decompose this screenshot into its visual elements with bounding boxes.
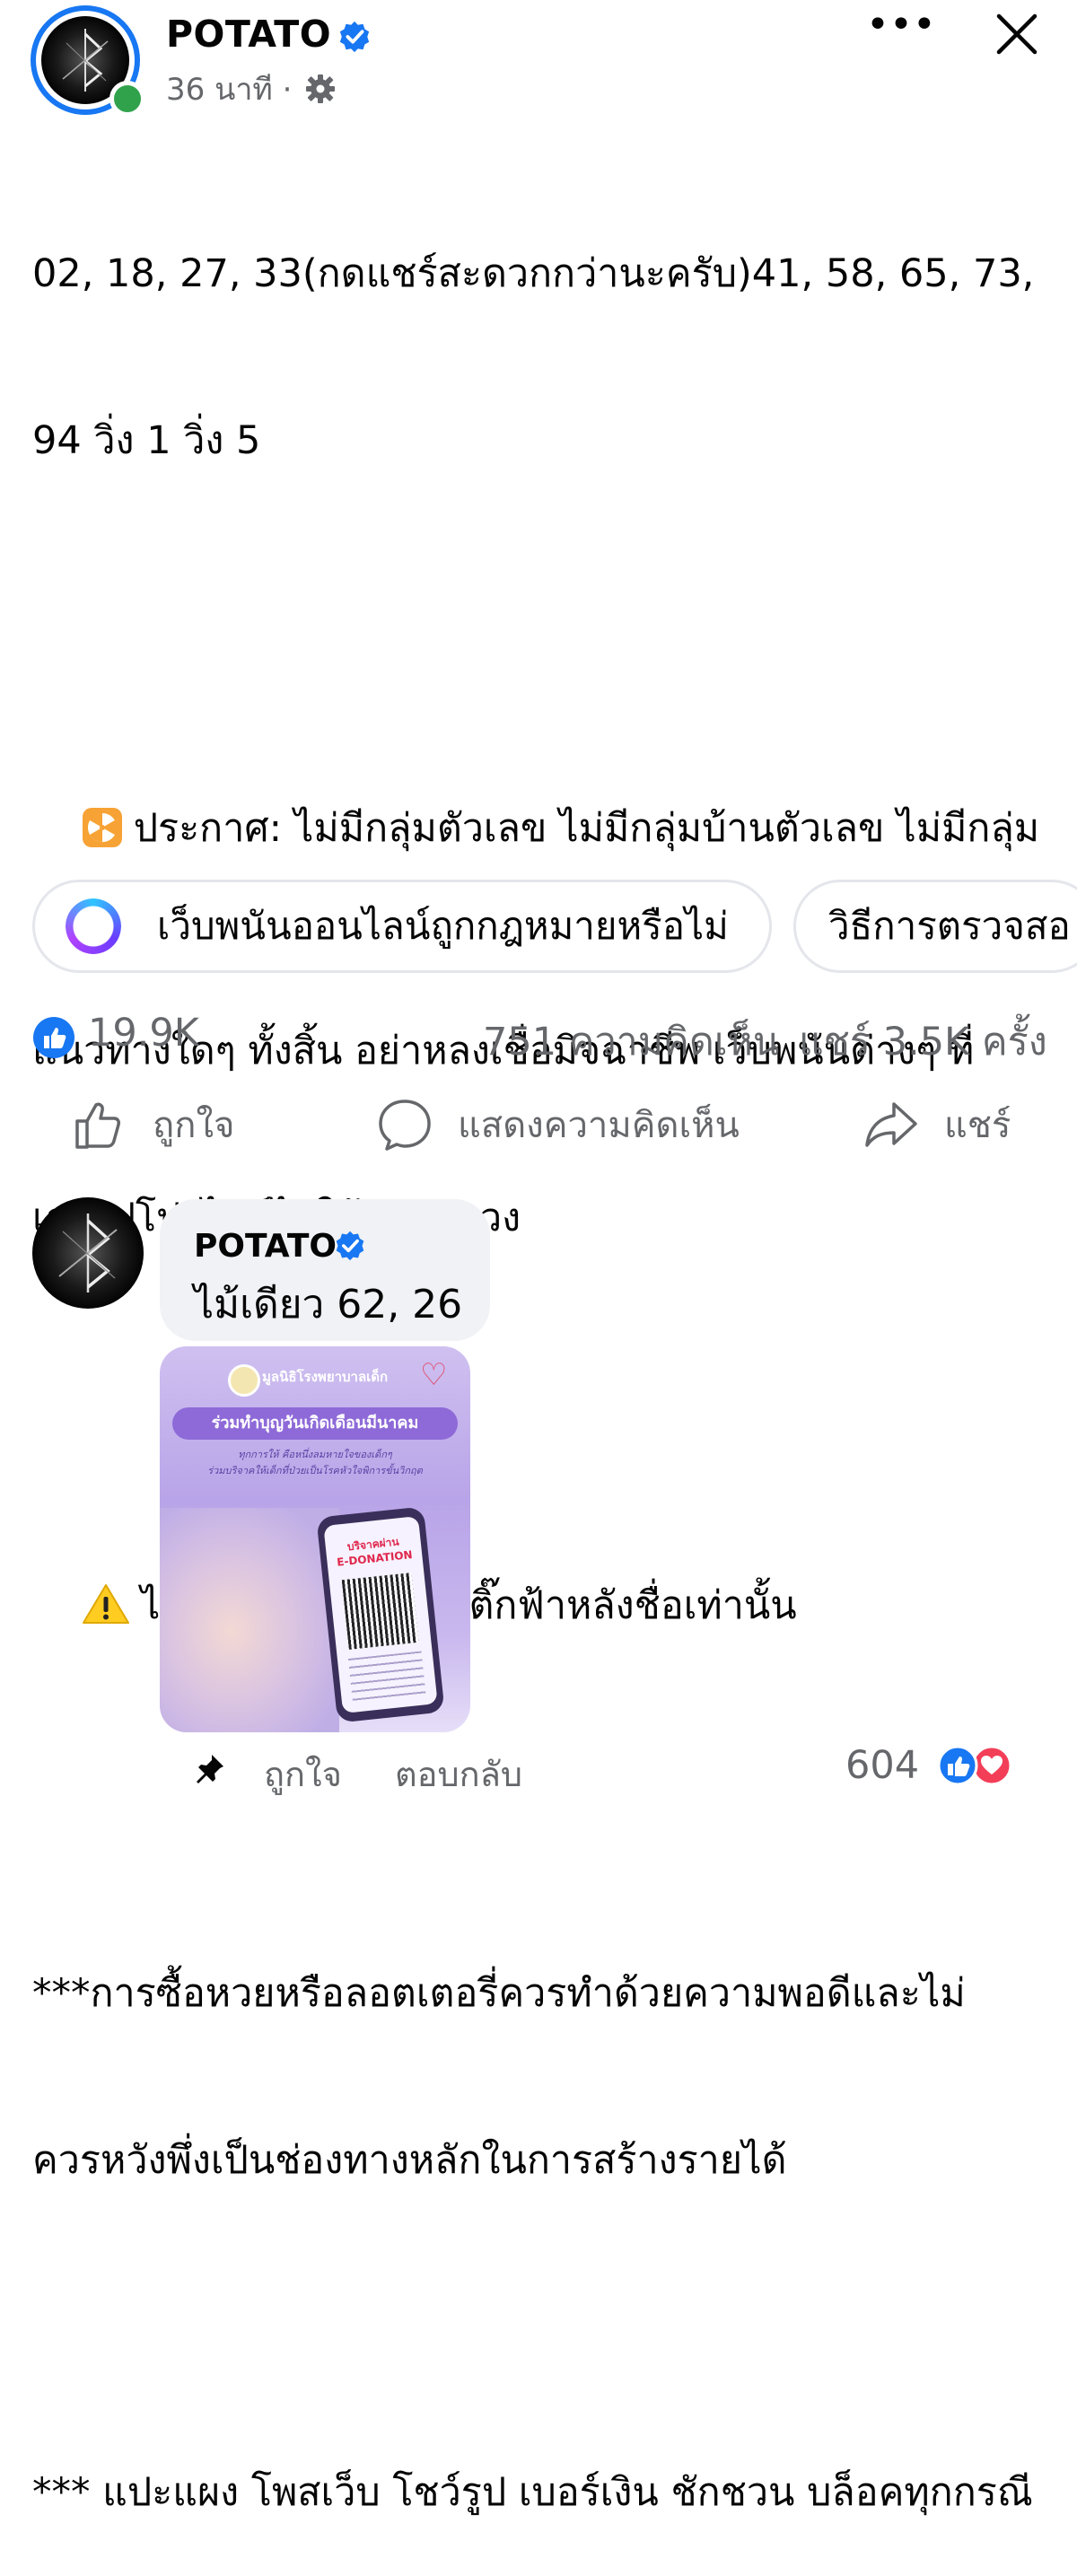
baby-photo bbox=[160, 1508, 339, 1732]
like-reaction-icon bbox=[33, 1017, 74, 1058]
comment-reply-button[interactable]: ตอบกลับ bbox=[395, 1747, 522, 1801]
share-count[interactable]: แชร์ 3.5K ครั้ง bbox=[799, 1011, 1047, 1072]
post-line: 94 วิ่ง 1 วิ่ง 5 bbox=[32, 418, 261, 463]
suggestion-chip[interactable]: เว็บพนันออนไลน์ถูกกฎหมายหรือไม่ bbox=[32, 880, 772, 973]
more-options-icon[interactable]: ••• bbox=[866, 5, 936, 45]
comment-button[interactable]: แสดงความคิดเห็น bbox=[377, 1093, 740, 1156]
share-icon bbox=[865, 1102, 917, 1147]
comment-text: ไม้เดียว 62, 26 bbox=[194, 1282, 463, 1327]
post-line: ประกาศ: ไม่มีกลุ่มตัวเลข ไม่มีกลุ่มบ้านต… bbox=[133, 806, 1040, 851]
post-timestamp[interactable]: 36 นาที · bbox=[166, 65, 336, 113]
phone-graphic: บริจาคผ่าน E-DONATION bbox=[316, 1506, 445, 1723]
verified-icon bbox=[339, 21, 370, 53]
ai-search-icon bbox=[66, 898, 121, 954]
reaction-count[interactable]: 19.9K bbox=[88, 1011, 199, 1056]
comment-image[interactable]: มูลนิธิโรงพยาบาลเด็ก ♡ ร่วมทำบุญวันเกิดเ… bbox=[160, 1346, 470, 1732]
radioactive-icon bbox=[82, 808, 122, 847]
like-icon bbox=[75, 1102, 120, 1149]
share-button[interactable]: แชร์ bbox=[863, 1093, 1011, 1156]
post-line: *** แปะแผง โพสเว็บ โชว์รูป เบอร์เงิน ชัก… bbox=[32, 2470, 1033, 2515]
close-icon[interactable] bbox=[992, 9, 1042, 59]
comment-like-button[interactable]: ถูกใจ bbox=[264, 1747, 342, 1801]
gear-icon bbox=[306, 74, 336, 103]
like-button[interactable]: ถูกใจ bbox=[72, 1093, 234, 1156]
comment-author[interactable]: POTATO bbox=[194, 1228, 337, 1265]
pin-icon bbox=[197, 1755, 223, 1783]
online-status-dot bbox=[109, 81, 145, 117]
image-subtitle: ทุกการให้ คือหนึ่งลมหายใจของเด็กๆ ร่วมบร… bbox=[207, 1449, 423, 1476]
image-title: ร่วมทำบุญวันเกิดเดือนมีนาคม bbox=[172, 1407, 458, 1440]
qr-code bbox=[341, 1573, 419, 1650]
comment-reaction-count[interactable]: 604 bbox=[845, 1743, 919, 1788]
comment-count[interactable]: 751 ความคิดเห็น bbox=[483, 1011, 779, 1072]
page-name[interactable]: POTATO bbox=[166, 13, 331, 56]
foundation-logo bbox=[228, 1364, 260, 1397]
like-reaction-icon bbox=[937, 1745, 978, 1786]
image-org-name: มูลนิธิโรงพยาบาลเด็ก bbox=[262, 1369, 389, 1385]
warning-icon bbox=[82, 1584, 129, 1624]
heart-icon: ♡ bbox=[420, 1357, 448, 1393]
verified-icon bbox=[336, 1231, 364, 1261]
comment-avatar[interactable] bbox=[32, 1197, 144, 1309]
post-line: ควรหวังพึ่งเป็นช่องทางหลักในการสร้างรายไ… bbox=[32, 2138, 787, 2183]
post-line: ***การซื้อหวยหรือลอตเตอรี่ควรทำด้วยความพ… bbox=[32, 1971, 966, 2016]
post-line: 02, 18, 27, 33(กดแชร์สะดวกกว่านะครับ)41,… bbox=[32, 251, 1035, 296]
comment-icon bbox=[379, 1100, 431, 1151]
suggestion-chip[interactable]: วิธีการตรวจสอ bbox=[793, 880, 1077, 973]
